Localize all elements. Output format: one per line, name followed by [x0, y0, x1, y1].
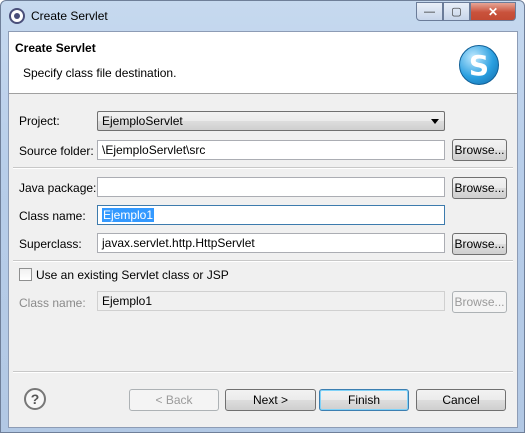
separator — [13, 260, 513, 262]
separator — [13, 167, 513, 169]
minimize-button[interactable]: — — [416, 2, 443, 21]
help-icon[interactable]: ? — [24, 388, 46, 410]
existing-class-name-field: Ejemplo1 — [97, 291, 445, 311]
close-button[interactable]: ✕ — [470, 2, 516, 21]
use-existing-label[interactable]: Use an existing Servlet class or JSP — [36, 268, 229, 282]
java-package-field[interactable] — [97, 177, 445, 197]
page-description: Specify class file destination. — [23, 66, 177, 80]
servlet-logo-icon: S — [459, 45, 499, 85]
page-title: Create Servlet — [15, 41, 96, 55]
class-name-field[interactable]: Ejemplo1 — [97, 205, 445, 225]
superclass-field[interactable]: javax.servlet.http.HttpServlet — [97, 233, 445, 253]
source-folder-label: Source folder: — [19, 144, 94, 158]
class-name-selected-text: Ejemplo1 — [102, 208, 155, 222]
dialog-window: Create Servlet — ▢ ✕ Create Servlet Spec… — [0, 0, 525, 433]
class-name-label: Class name: — [19, 209, 86, 223]
dialog-body: Create Servlet Specify class file destin… — [8, 31, 518, 428]
close-icon: ✕ — [487, 4, 499, 19]
source-folder-field[interactable]: \EjemploServlet\src — [97, 140, 445, 160]
cancel-button[interactable]: Cancel — [416, 389, 506, 411]
eclipse-app-icon — [9, 8, 25, 24]
finish-button[interactable]: Finish — [319, 389, 409, 411]
project-value: EjemploServlet — [102, 114, 183, 128]
project-dropdown[interactable]: EjemploServlet — [97, 111, 445, 131]
wizard-header: Create Servlet Specify class file destin… — [9, 32, 517, 94]
maximize-icon: ▢ — [451, 6, 462, 18]
back-button: < Back — [129, 389, 219, 411]
next-button[interactable]: Next > — [225, 389, 316, 411]
chevron-down-icon — [431, 119, 439, 124]
existing-class-browse-button: Browse... — [452, 291, 507, 313]
existing-class-name-label: Class name: — [19, 296, 86, 310]
project-label: Project: — [19, 114, 60, 128]
java-package-label: Java package: — [19, 181, 97, 195]
superclass-browse-button[interactable]: Browse... — [452, 233, 507, 255]
java-package-browse-button[interactable]: Browse... — [452, 177, 507, 199]
window-title: Create Servlet — [31, 9, 108, 23]
use-existing-checkbox[interactable] — [19, 268, 32, 281]
maximize-button[interactable]: ▢ — [443, 2, 470, 21]
source-folder-browse-button[interactable]: Browse... — [452, 139, 507, 161]
superclass-label: Superclass: — [19, 237, 82, 251]
title-bar[interactable]: Create Servlet — ▢ ✕ — [1, 1, 524, 31]
minimize-icon: — — [424, 5, 435, 18]
footer-separator — [13, 371, 513, 373]
